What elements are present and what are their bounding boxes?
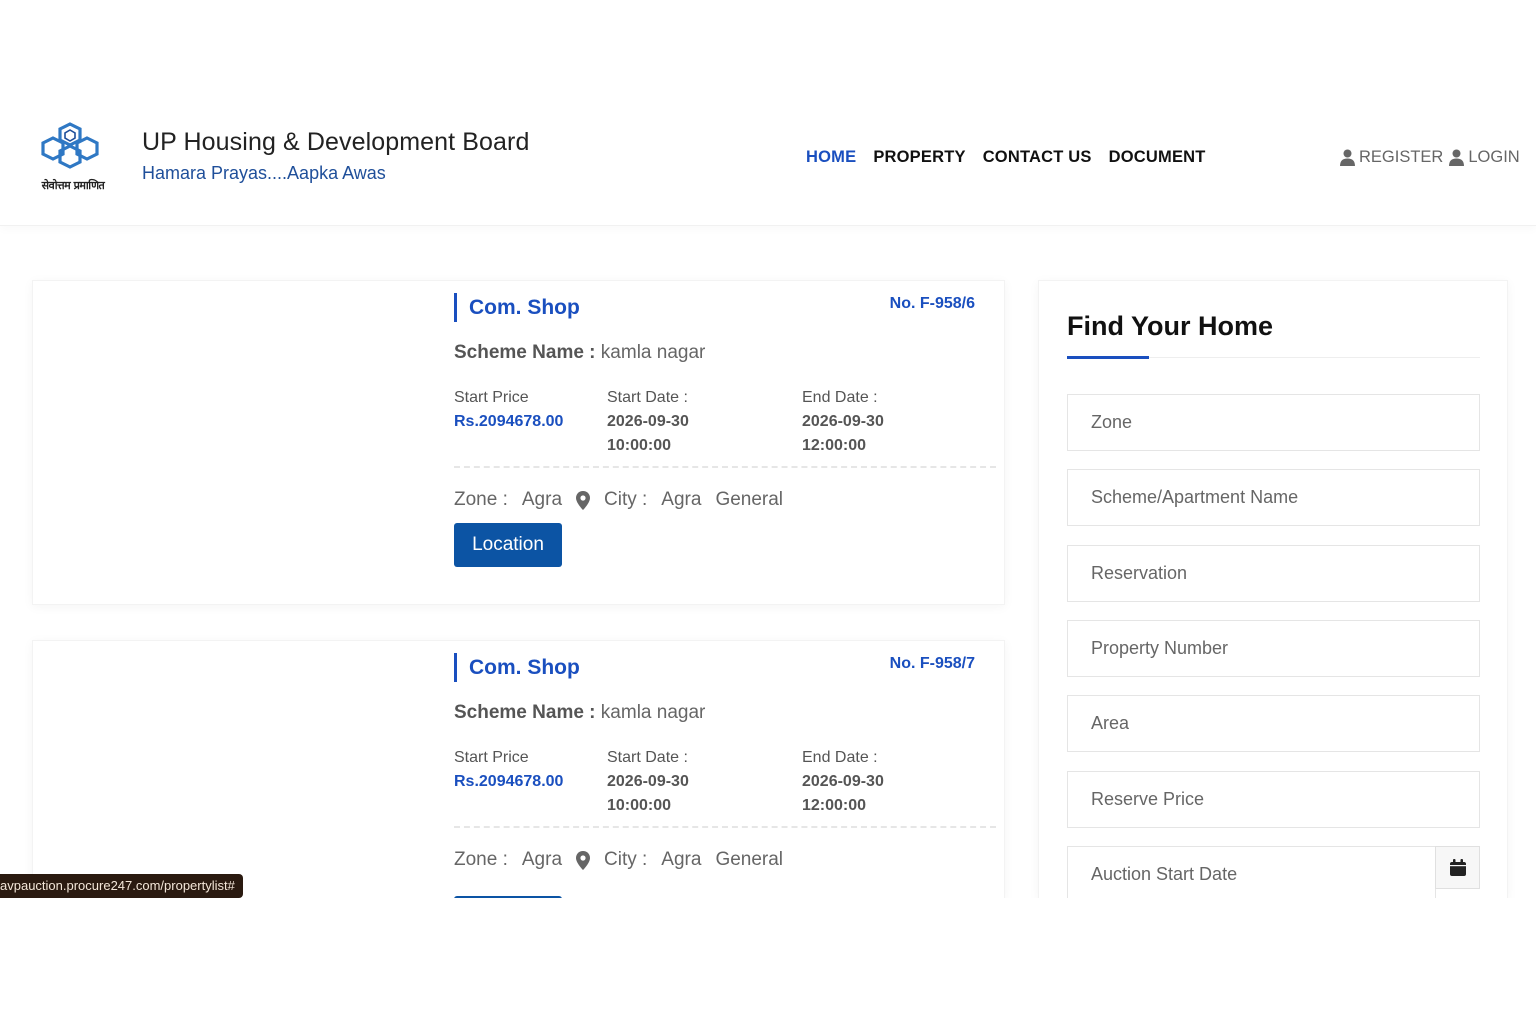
property-number: No. F-958/7 <box>889 655 975 672</box>
start-time-value: 10:00:00 <box>607 797 672 814</box>
nav-contact-us[interactable]: CONTACT US <box>983 148 1092 167</box>
property-type: Com. Shop <box>454 293 580 322</box>
start-date-value: 2026-09-30 <box>607 413 689 430</box>
panel-title: Find Your Home <box>1067 311 1274 341</box>
city-label: City : <box>604 849 648 870</box>
end-date-label: End Date : <box>802 389 878 406</box>
nav-home[interactable]: HOME <box>806 148 856 167</box>
zone-value: Agra <box>521 849 563 870</box>
nav-document[interactable]: DOCUMENT <box>1109 148 1206 167</box>
start-date-value: 2026-09-30 <box>607 773 689 790</box>
register-link[interactable]: REGISTER <box>1340 148 1443 167</box>
brand-title: UP Housing & Development Board <box>142 128 530 156</box>
login-link[interactable]: LOGIN <box>1449 148 1520 167</box>
find-your-home-panel: Find Your Home <box>1038 280 1508 903</box>
end-date: End Date : 2026-09-30 12:00:00 <box>802 386 884 458</box>
category-value: General <box>715 849 784 870</box>
start-date-label: Start Date : <box>607 389 688 406</box>
auction-start-date-field[interactable] <box>1067 846 1436 903</box>
auth-links: REGISTER LOGIN <box>1340 148 1520 167</box>
scheme-name: Scheme Name : kamla nagar <box>454 342 705 364</box>
scheme-value: kamla nagar <box>600 702 706 723</box>
zone-label: Zone : <box>454 849 508 870</box>
start-time-value: 10:00:00 <box>607 437 672 454</box>
area-field[interactable] <box>1067 695 1480 752</box>
end-date: End Date : 2026-09-30 12:00:00 <box>802 746 884 818</box>
start-price-value: Rs.2094678.00 <box>454 773 564 790</box>
start-date: Start Date : 2026-09-30 10:00:00 <box>607 386 689 458</box>
property-card: Com. Shop No. F-958/7 Scheme Name : kaml… <box>32 640 1005 910</box>
map-pin-icon <box>576 850 591 870</box>
zone-value: Agra <box>521 489 563 510</box>
title-underline-accent <box>1067 356 1149 359</box>
start-date: Start Date : 2026-09-30 10:00:00 <box>607 746 689 818</box>
start-date-label: Start Date : <box>607 749 688 766</box>
status-bar-url: avpauction.procure247.com/propertylist# <box>0 874 243 898</box>
start-price-value: Rs.2094678.00 <box>454 413 564 430</box>
calendar-icon <box>1449 859 1466 876</box>
end-time-value: 12:00:00 <box>802 437 867 454</box>
start-price-label: Start Price <box>454 749 529 766</box>
start-price: Start Price Rs.2094678.00 <box>454 386 563 434</box>
card-divider <box>454 826 996 828</box>
end-date-value: 2026-09-30 <box>802 413 884 430</box>
user-icon <box>1449 149 1465 166</box>
scheme-label: Scheme Name : <box>454 342 596 363</box>
scheme-name-field[interactable] <box>1067 469 1480 526</box>
upavp-logo[interactable]: सेवोत्तम प्रमाणित <box>30 120 116 198</box>
site-header: सेवोत्तम प्रमाणित UP Housing & Developme… <box>0 100 1536 226</box>
scheme-value: kamla nagar <box>600 342 706 363</box>
start-price-label: Start Price <box>454 389 529 406</box>
scheme-name: Scheme Name : kamla nagar <box>454 702 705 724</box>
property-number-field[interactable] <box>1067 620 1480 677</box>
end-date-label: End Date : <box>802 749 878 766</box>
location-button[interactable]: Location <box>454 523 562 567</box>
user-icon <box>1340 149 1355 166</box>
hexagon-logo-icon <box>41 122 99 169</box>
login-label: LOGIN <box>1468 148 1520 166</box>
page-fold <box>0 898 1536 1024</box>
scheme-label: Scheme Name : <box>454 702 596 723</box>
end-time-value: 12:00:00 <box>802 797 867 814</box>
reserve-price-field[interactable] <box>1067 771 1480 828</box>
main-nav: HOME PROPERTY CONTACT US DOCUMENT <box>806 148 1206 167</box>
calendar-button[interactable] <box>1435 846 1480 889</box>
nav-property[interactable]: PROPERTY <box>873 148 965 167</box>
city-label: City : <box>604 489 648 510</box>
brand: UP Housing & Development Board Hamara Pr… <box>142 128 529 184</box>
location-meta: Zone : Agra City : Agra General <box>454 489 783 511</box>
reservation-field[interactable] <box>1067 545 1480 602</box>
logo-caption: सेवोत्तम प्रमाणित <box>41 179 105 192</box>
start-price: Start Price Rs.2094678.00 <box>454 746 563 794</box>
property-type: Com. Shop <box>454 653 580 682</box>
category-value: General <box>715 489 784 510</box>
zone-field[interactable] <box>1067 394 1480 451</box>
city-value: Agra <box>661 849 702 870</box>
property-number: No. F-958/6 <box>889 295 975 312</box>
location-meta: Zone : Agra City : Agra General <box>454 849 783 871</box>
zone-label: Zone : <box>454 489 508 510</box>
city-value: Agra <box>661 489 702 510</box>
register-label: REGISTER <box>1359 148 1444 166</box>
end-date-value: 2026-09-30 <box>802 773 884 790</box>
brand-tagline: Hamara Prayas....Aapka Awas <box>142 163 386 183</box>
map-pin-icon <box>576 490 591 510</box>
property-card: Com. Shop No. F-958/6 Scheme Name : kaml… <box>32 280 1005 605</box>
card-divider <box>454 466 996 468</box>
